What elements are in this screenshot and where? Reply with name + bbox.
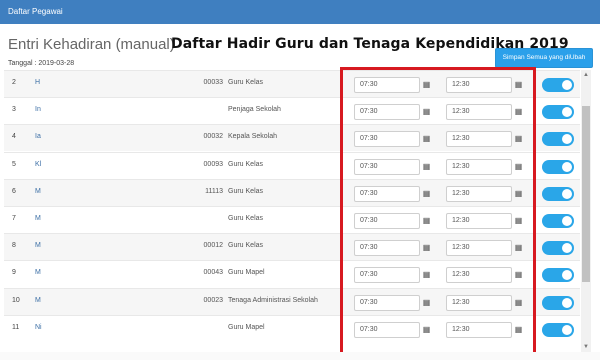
row-number: 5 (12, 160, 16, 168)
employee-position: Guru Kelas (228, 242, 264, 250)
toggle-knob (562, 134, 572, 145)
row-number: 7 (12, 215, 16, 222)
employee-position: Kepala Sekolah (228, 133, 278, 141)
row-number: 9 (12, 269, 16, 277)
employee-position: Guru Kelas (228, 160, 264, 168)
employee-position: Guru Kelas (228, 215, 264, 222)
attendance-toggle[interactable] (542, 241, 574, 256)
employee-id: 00023 (203, 296, 223, 304)
employee-id: 00093 (203, 160, 223, 168)
page-subtitle: Entri Kehadiran (manual) (8, 36, 175, 53)
row-number: 2 (12, 79, 16, 86)
employee-name-link[interactable]: M (35, 242, 41, 249)
attendance-toggle[interactable] (542, 268, 574, 283)
employee-name-link[interactable]: Ia (35, 133, 41, 140)
employee-id: 11113 (205, 187, 223, 195)
row-number: 3 (12, 106, 16, 114)
window-title: Daftar Pegawai (8, 7, 63, 16)
toggle-knob (562, 161, 572, 172)
toggle-knob (562, 188, 572, 199)
attendance-toggle[interactable] (542, 295, 574, 310)
footer-strip (0, 352, 600, 360)
employee-name-link[interactable]: M (35, 215, 41, 222)
employee-name-link[interactable]: M (35, 297, 41, 304)
employee-name-link[interactable]: M (35, 269, 41, 276)
toggle-knob (562, 80, 572, 90)
scroll-down-arrow-icon[interactable]: ▼ (581, 342, 591, 352)
attendance-toggle[interactable] (542, 78, 574, 92)
employee-name-link[interactable]: M (35, 188, 41, 195)
attendance-toggle[interactable] (542, 322, 574, 337)
toggle-knob (562, 324, 572, 335)
employee-position: Penjaga Sekolah (228, 106, 281, 114)
employee-name-link[interactable]: Ni (35, 324, 42, 331)
employee-id: 00032 (203, 133, 223, 141)
attendance-toggle[interactable] (542, 132, 574, 147)
attendance-toggle[interactable] (542, 214, 574, 228)
employee-position: Guru Kelas (228, 79, 264, 86)
employee-position: Guru Kelas (228, 187, 264, 195)
employee-position: Guru Mapel (228, 269, 265, 277)
employee-position: Guru Mapel (228, 323, 265, 331)
scroll-thumb[interactable] (582, 106, 590, 282)
date-label: Tanggal : 2019-03-28 (8, 60, 75, 67)
attendance-toggle[interactable] (542, 159, 574, 174)
employee-name-link[interactable]: In (35, 106, 41, 113)
toggle-knob (562, 216, 572, 226)
row-number: 6 (12, 187, 16, 195)
employee-id: 00012 (203, 242, 223, 250)
employee-name-link[interactable]: H (35, 79, 40, 86)
employee-position: Tenaga Administrasi Sekolah (228, 296, 318, 304)
highlight-frame (340, 67, 536, 356)
scroll-up-arrow-icon[interactable]: ▲ (581, 70, 591, 80)
employee-id: 00043 (203, 269, 223, 277)
row-number: 8 (12, 242, 16, 250)
save-all-button[interactable]: Simpan Semua yang diUbah (495, 48, 593, 68)
attendance-toggle[interactable] (542, 105, 574, 120)
attendance-toggle[interactable] (542, 186, 574, 201)
employee-id: 00033 (203, 79, 223, 86)
toggle-knob (562, 270, 572, 281)
window-title-bar: Daftar Pegawai (0, 0, 600, 24)
row-number: 4 (12, 133, 16, 141)
row-number: 11 (12, 323, 20, 331)
toggle-knob (562, 243, 572, 254)
employee-name-link[interactable]: Kl (35, 161, 41, 168)
row-number: 10 (12, 296, 20, 304)
toggle-knob (562, 107, 572, 118)
scrollbar[interactable]: ▲ ▼ (581, 70, 591, 352)
toggle-knob (562, 297, 572, 308)
